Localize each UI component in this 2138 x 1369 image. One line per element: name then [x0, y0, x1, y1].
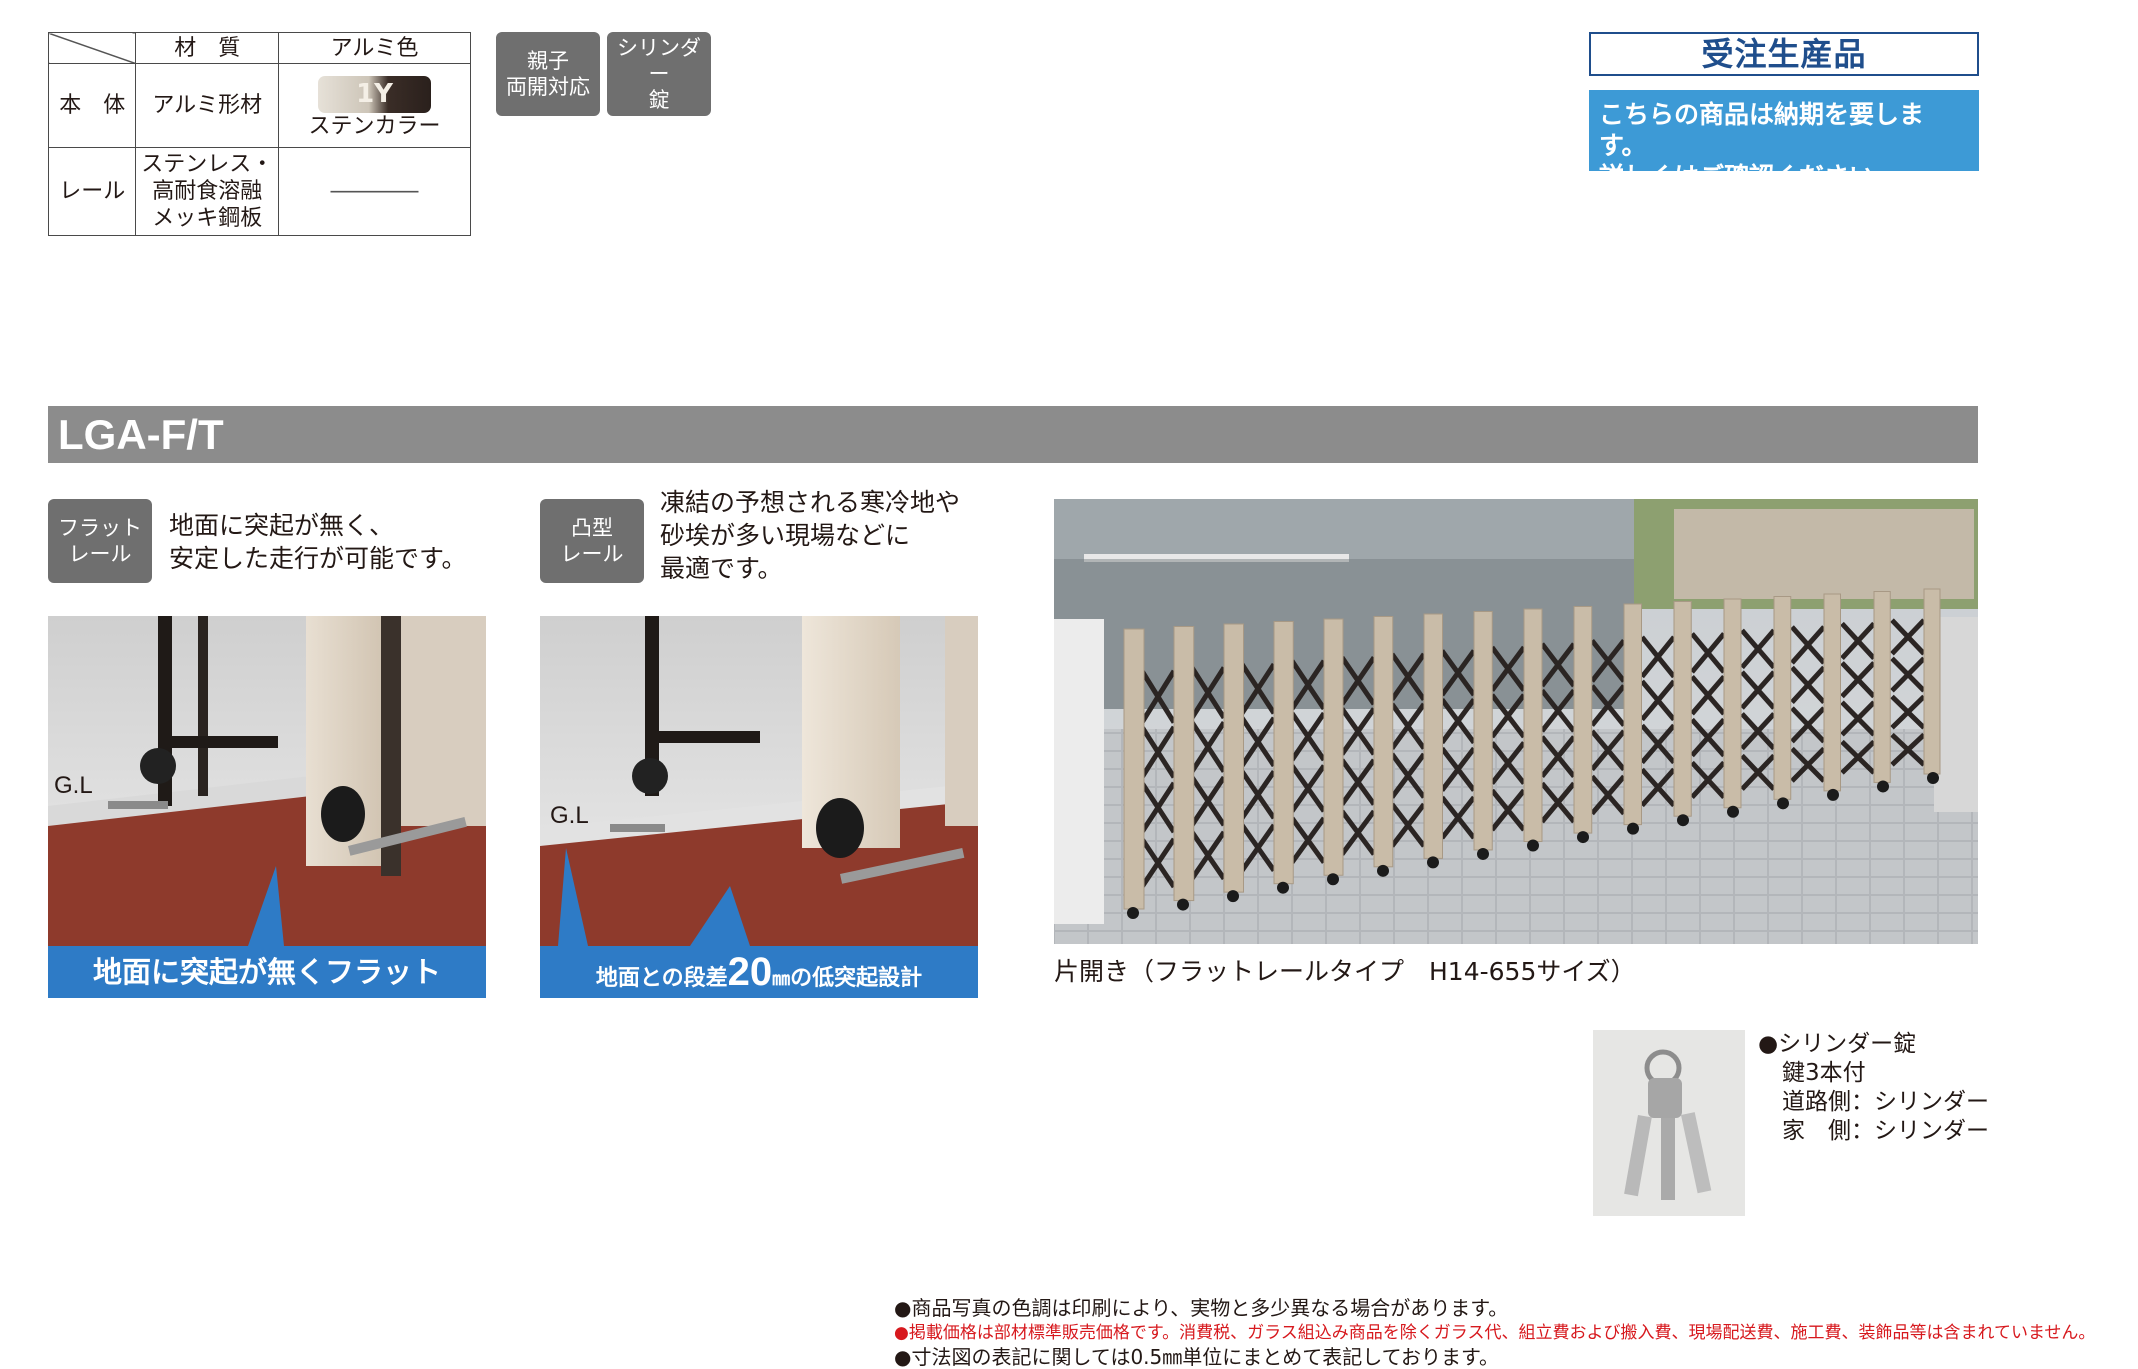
gate-wheel	[1527, 839, 1539, 852]
gate-illustration	[1054, 499, 1978, 944]
gate-picket	[1623, 603, 1642, 826]
gate-picket	[1423, 613, 1443, 859]
footnote-dimension-note: ●寸法図の表記に関しては0.5㎜単位にまとめて表記しております。	[894, 1345, 1500, 1369]
made-to-order-note: こちらの商品は納期を要します。 詳しくはご確認ください。	[1589, 90, 1979, 191]
keys-description: ●シリンダー錠 鍵3本付 道路側：シリンダー 家 側：シリンダー	[1758, 1030, 1989, 1146]
order-note-line: こちらの商品は納期を要します。	[1599, 100, 1925, 160]
tag-cylinder-lock: シリンダー 錠	[607, 32, 711, 116]
header-material: 材 質	[135, 32, 280, 64]
gate-wheel	[1327, 873, 1339, 886]
tag-line: レール	[68, 542, 132, 566]
gate-picket	[1523, 608, 1543, 842]
color-name-stainless: ステンカラー	[308, 113, 441, 139]
row-label-rail: レール	[47, 147, 137, 236]
rail-material-line: 高耐食溶融	[152, 179, 263, 204]
desc-line: 地面に突起が無く、	[169, 511, 395, 540]
rail-material: ステンレス・ 高耐食溶融 メッキ鋼板	[135, 147, 280, 236]
flat-rail-photo: G.L	[48, 616, 486, 946]
gate-picket	[1723, 598, 1742, 809]
gate-picket	[1323, 618, 1344, 876]
gate-picket	[1823, 593, 1841, 792]
gate-wheel	[1727, 805, 1739, 818]
gate-wheel	[1177, 898, 1189, 911]
gate-wheel	[1477, 847, 1489, 860]
desc-line: 安定した走行が可能です。	[169, 544, 467, 573]
convex-rail-banner: 地面との段差20㎜の低突起設計	[540, 946, 978, 998]
gate-picket	[1173, 626, 1195, 902]
material-spec-table: 材 質 アルミ色 本 体 アルミ形材 1Y ステンカラー レール ステンレス・ …	[47, 32, 471, 236]
gate-picket	[1373, 616, 1394, 868]
banner-step-number: 20	[727, 950, 773, 994]
gate-wheel	[1227, 890, 1239, 903]
tag-line: レール	[560, 542, 624, 566]
rail-material-line: メッキ鋼板	[152, 206, 263, 231]
gate-wheel	[1777, 797, 1789, 810]
body-material: アルミ形材	[135, 63, 280, 148]
gate-main-photo	[1054, 499, 1978, 944]
tag-convex-rail: 凸型 レール	[540, 499, 644, 583]
desc-line: 最適です。	[660, 554, 783, 583]
table-corner-cell	[47, 32, 137, 64]
keys-line: ●シリンダー錠	[1758, 1031, 1917, 1057]
gate-picket	[1573, 606, 1593, 834]
keys-line: 道路側：シリンダー	[1782, 1089, 1989, 1115]
keys-photo	[1593, 1030, 1745, 1216]
body-color-cell: 1Y ステンカラー	[278, 63, 471, 148]
gate-wheel	[1427, 856, 1439, 869]
header-aluminum-color: アルミ色	[278, 32, 471, 64]
gate-wheel	[1677, 814, 1689, 827]
rail-material-line: ステンレス・	[141, 152, 274, 177]
gate-picket	[1773, 596, 1792, 800]
tag-line: フラット	[58, 516, 142, 540]
banner-text: 地面との段差	[595, 966, 728, 991]
order-note-line: 詳しくはご確認ください。	[1599, 162, 1900, 191]
tag-line: シリンダー	[617, 36, 701, 86]
footnote-price-note: ●掲載価格は部材標準販売価格です。消費税、ガラス組込み商品を除くガラス代、組立費…	[894, 1323, 2096, 1343]
convex-callout-pointers	[558, 848, 750, 946]
gate-picket	[1923, 588, 1941, 775]
convex-rail-photo: G.L	[540, 616, 978, 946]
color-swatch-1y: 1Y	[318, 75, 432, 113]
gate-wheel	[1277, 881, 1289, 894]
flat-callout-pointer	[248, 866, 284, 946]
gate-wheel	[1577, 831, 1589, 844]
made-to-order-title: 受注生産品	[1589, 32, 1979, 76]
section-title-bar: LGA-F/T	[48, 406, 1978, 463]
keys-illustration	[1624, 1049, 1712, 1200]
tag-line: 凸型	[571, 516, 613, 540]
row-label-body: 本 体	[47, 63, 137, 148]
gate-picket	[1223, 623, 1244, 893]
tag-parent-child-double-opening: 親子 両開対応	[496, 32, 600, 116]
banner-unit: ㎜	[772, 969, 791, 990]
keys-line: 家 側：シリンダー	[1782, 1118, 1989, 1144]
tag-line: 両開対応	[506, 75, 590, 99]
tag-flat-rail: フラット レール	[48, 499, 152, 583]
gate-wheel	[1927, 772, 1939, 784]
gate-wheel	[1877, 780, 1889, 793]
gate-picket	[1123, 628, 1145, 910]
main-photo-caption: 片開き（フラットレールタイプ H14-655サイズ）	[1054, 957, 1636, 986]
desc-line: 砂埃が多い現場などに	[660, 521, 911, 550]
rail-color-none: ――――	[278, 147, 471, 236]
gate-picket	[1473, 611, 1493, 851]
banner-text: の低突起設計	[790, 966, 923, 991]
keys-line: 鍵3本付	[1782, 1060, 1866, 1086]
gate-wheel	[1377, 864, 1389, 877]
flat-rail-description: 地面に突起が無く、 安定した走行が可能です。	[169, 509, 467, 575]
footnote-color-tone: ●商品写真の色調は印刷により、実物と多少異なる場合があります。	[894, 1296, 1509, 1320]
tag-line: 錠	[648, 88, 670, 112]
convex-rail-description: 凍結の予想される寒冷地や 砂埃が多い現場などに 最適です。	[660, 486, 960, 585]
tag-line: 親子	[527, 49, 569, 73]
gate-picket	[1873, 591, 1891, 783]
flat-rail-banner: 地面に突起が無くフラット	[48, 946, 486, 998]
gate-wheel	[1827, 788, 1839, 801]
gate-picket	[1673, 601, 1692, 817]
gate-wheel	[1627, 822, 1639, 835]
desc-line: 凍結の予想される寒冷地や	[660, 488, 961, 517]
gate-picket	[1273, 621, 1294, 885]
gate-wheel	[1127, 907, 1139, 919]
